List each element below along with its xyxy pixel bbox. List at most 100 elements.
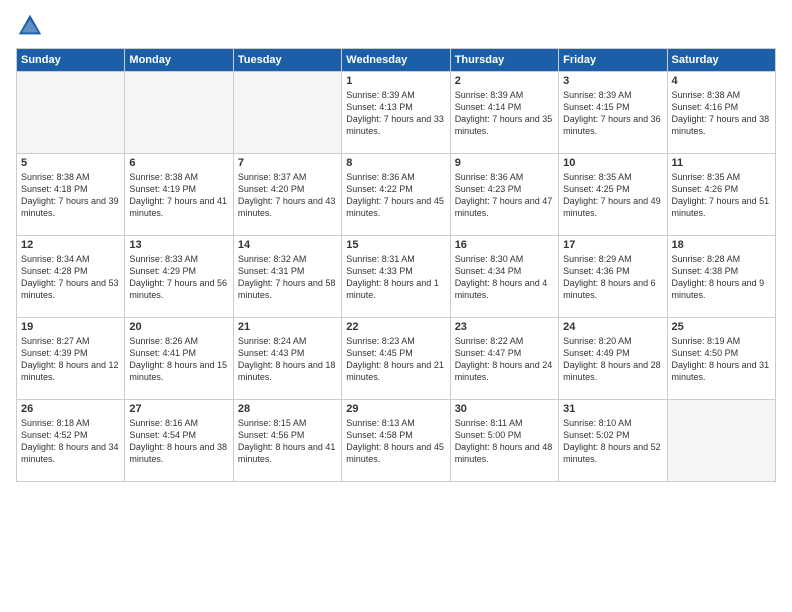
day-number: 16	[455, 239, 554, 251]
cell-content: Sunrise: 8:30 AM Sunset: 4:34 PM Dayligh…	[455, 253, 554, 302]
day-number: 29	[346, 403, 445, 415]
day-header-saturday: Saturday	[667, 49, 775, 72]
cell-content: Sunrise: 8:24 AM Sunset: 4:43 PM Dayligh…	[238, 335, 337, 384]
cell-content: Sunrise: 8:37 AM Sunset: 4:20 PM Dayligh…	[238, 171, 337, 220]
day-header-tuesday: Tuesday	[233, 49, 341, 72]
calendar-cell: 8 Sunrise: 8:36 AM Sunset: 4:22 PM Daylig…	[342, 154, 450, 236]
week-row-1: 5Sunrise: 8:38 AM Sunset: 4:18 PM Daylig…	[17, 154, 776, 236]
calendar-cell: 11 Sunrise: 8:35 AM Sunset: 4:26 PM Dayli…	[667, 154, 775, 236]
cell-content: Sunrise: 8:31 AM Sunset: 4:33 PM Dayligh…	[346, 253, 445, 302]
cell-content: Sunrise: 8:39 AM Sunset: 4:15 PM Dayligh…	[563, 89, 662, 138]
calendar-cell: 26 Sunrise: 8:18 AM Sunset: 4:52 PM Dayli…	[17, 400, 125, 482]
cell-content: Sunrise: 8:39 AM Sunset: 4:13 PM Dayligh…	[346, 89, 445, 138]
cell-content: Sunrise: 8:33 AM Sunset: 4:29 PM Dayligh…	[129, 253, 228, 302]
day-header-thursday: Thursday	[450, 49, 558, 72]
day-number: 3	[563, 75, 662, 87]
calendar-cell: 5Sunrise: 8:38 AM Sunset: 4:18 PM Daylig…	[17, 154, 125, 236]
cell-content: Sunrise: 8:23 AM Sunset: 4:45 PM Dayligh…	[346, 335, 445, 384]
cell-content: Sunrise: 8:18 AM Sunset: 4:52 PM Dayligh…	[21, 417, 120, 466]
cell-content: Sunrise: 8:36 AM Sunset: 4:23 PM Dayligh…	[455, 171, 554, 220]
calendar-cell	[233, 72, 341, 154]
cell-content: Sunrise: 8:29 AM Sunset: 4:36 PM Dayligh…	[563, 253, 662, 302]
day-number: 17	[563, 239, 662, 251]
day-header-monday: Monday	[125, 49, 233, 72]
day-header-wednesday: Wednesday	[342, 49, 450, 72]
calendar-cell: 29Sunrise: 8:13 AM Sunset: 4:58 PM Dayli…	[342, 400, 450, 482]
day-number: 1	[346, 75, 445, 87]
calendar-cell: 18 Sunrise: 8:28 AM Sunset: 4:38 PM Dayli…	[667, 236, 775, 318]
cell-content: Sunrise: 8:36 AM Sunset: 4:22 PM Dayligh…	[346, 171, 445, 220]
cell-content: Sunrise: 8:39 AM Sunset: 4:14 PM Dayligh…	[455, 89, 554, 138]
day-number: 11	[672, 157, 771, 169]
day-number: 19	[21, 321, 120, 333]
calendar-cell: 4 Sunrise: 8:38 AM Sunset: 4:16 PM Daylig…	[667, 72, 775, 154]
cell-content: Sunrise: 8:38 AM Sunset: 4:19 PM Dayligh…	[129, 171, 228, 220]
calendar-cell: 15 Sunrise: 8:31 AM Sunset: 4:33 PM Dayli…	[342, 236, 450, 318]
calendar-cell: 23 Sunrise: 8:22 AM Sunset: 4:47 PM Dayli…	[450, 318, 558, 400]
day-number: 23	[455, 321, 554, 333]
day-number: 6	[129, 157, 228, 169]
day-number: 24	[563, 321, 662, 333]
cell-content: Sunrise: 8:26 AM Sunset: 4:41 PM Dayligh…	[129, 335, 228, 384]
logo	[16, 12, 48, 40]
day-number: 18	[672, 239, 771, 251]
calendar-cell: 21 Sunrise: 8:24 AM Sunset: 4:43 PM Dayli…	[233, 318, 341, 400]
calendar-cell: 3 Sunrise: 8:39 AM Sunset: 4:15 PM Daylig…	[559, 72, 667, 154]
calendar-cell	[125, 72, 233, 154]
calendar-cell: 12Sunrise: 8:34 AM Sunset: 4:28 PM Dayli…	[17, 236, 125, 318]
cell-content: Sunrise: 8:38 AM Sunset: 4:18 PM Dayligh…	[21, 171, 120, 220]
day-number: 8	[346, 157, 445, 169]
calendar-cell: 1 Sunrise: 8:39 AM Sunset: 4:13 PM Daylig…	[342, 72, 450, 154]
day-number: 20	[129, 321, 228, 333]
header	[16, 12, 776, 40]
calendar-header-row: SundayMondayTuesdayWednesdayThursdayFrid…	[17, 49, 776, 72]
cell-content: Sunrise: 8:38 AM Sunset: 4:16 PM Dayligh…	[672, 89, 771, 138]
calendar-cell: 2Sunrise: 8:39 AM Sunset: 4:14 PM Daylig…	[450, 72, 558, 154]
calendar-cell: 17 Sunrise: 8:29 AM Sunset: 4:36 PM Dayli…	[559, 236, 667, 318]
calendar: SundayMondayTuesdayWednesdayThursdayFrid…	[16, 48, 776, 482]
calendar-cell: 7Sunrise: 8:37 AM Sunset: 4:20 PM Daylig…	[233, 154, 341, 236]
calendar-cell: 14 Sunrise: 8:32 AM Sunset: 4:31 PM Dayli…	[233, 236, 341, 318]
week-row-3: 19 Sunrise: 8:27 AM Sunset: 4:39 PM Dayli…	[17, 318, 776, 400]
day-number: 26	[21, 403, 120, 415]
day-number: 10	[563, 157, 662, 169]
day-number: 22	[346, 321, 445, 333]
cell-content: Sunrise: 8:19 AM Sunset: 4:50 PM Dayligh…	[672, 335, 771, 384]
calendar-cell	[17, 72, 125, 154]
day-number: 4	[672, 75, 771, 87]
week-row-4: 26 Sunrise: 8:18 AM Sunset: 4:52 PM Dayli…	[17, 400, 776, 482]
week-row-2: 12Sunrise: 8:34 AM Sunset: 4:28 PM Dayli…	[17, 236, 776, 318]
week-row-0: 1 Sunrise: 8:39 AM Sunset: 4:13 PM Daylig…	[17, 72, 776, 154]
day-number: 21	[238, 321, 337, 333]
calendar-cell: 31Sunrise: 8:10 AM Sunset: 5:02 PM Dayli…	[559, 400, 667, 482]
cell-content: Sunrise: 8:22 AM Sunset: 4:47 PM Dayligh…	[455, 335, 554, 384]
calendar-cell	[667, 400, 775, 482]
logo-icon	[16, 12, 44, 40]
cell-content: Sunrise: 8:35 AM Sunset: 4:25 PM Dayligh…	[563, 171, 662, 220]
calendar-cell: 13 Sunrise: 8:33 AM Sunset: 4:29 PM Dayli…	[125, 236, 233, 318]
page: SundayMondayTuesdayWednesdayThursdayFrid…	[0, 0, 792, 612]
day-header-sunday: Sunday	[17, 49, 125, 72]
calendar-cell: 22 Sunrise: 8:23 AM Sunset: 4:45 PM Dayli…	[342, 318, 450, 400]
calendar-cell: 10 Sunrise: 8:35 AM Sunset: 4:25 PM Dayli…	[559, 154, 667, 236]
cell-content: Sunrise: 8:20 AM Sunset: 4:49 PM Dayligh…	[563, 335, 662, 384]
calendar-cell: 30Sunrise: 8:11 AM Sunset: 5:00 PM Dayli…	[450, 400, 558, 482]
cell-content: Sunrise: 8:34 AM Sunset: 4:28 PM Dayligh…	[21, 253, 120, 302]
cell-content: Sunrise: 8:15 AM Sunset: 4:56 PM Dayligh…	[238, 417, 337, 466]
day-number: 28	[238, 403, 337, 415]
cell-content: Sunrise: 8:16 AM Sunset: 4:54 PM Dayligh…	[129, 417, 228, 466]
calendar-cell: 19 Sunrise: 8:27 AM Sunset: 4:39 PM Dayli…	[17, 318, 125, 400]
cell-content: Sunrise: 8:10 AM Sunset: 5:02 PM Dayligh…	[563, 417, 662, 466]
cell-content: Sunrise: 8:32 AM Sunset: 4:31 PM Dayligh…	[238, 253, 337, 302]
cell-content: Sunrise: 8:35 AM Sunset: 4:26 PM Dayligh…	[672, 171, 771, 220]
calendar-cell: 9 Sunrise: 8:36 AM Sunset: 4:23 PM Daylig…	[450, 154, 558, 236]
day-number: 14	[238, 239, 337, 251]
day-number: 13	[129, 239, 228, 251]
cell-content: Sunrise: 8:27 AM Sunset: 4:39 PM Dayligh…	[21, 335, 120, 384]
day-number: 15	[346, 239, 445, 251]
day-number: 9	[455, 157, 554, 169]
cell-content: Sunrise: 8:28 AM Sunset: 4:38 PM Dayligh…	[672, 253, 771, 302]
day-header-friday: Friday	[559, 49, 667, 72]
calendar-cell: 16 Sunrise: 8:30 AM Sunset: 4:34 PM Dayli…	[450, 236, 558, 318]
calendar-cell: 25Sunrise: 8:19 AM Sunset: 4:50 PM Dayli…	[667, 318, 775, 400]
